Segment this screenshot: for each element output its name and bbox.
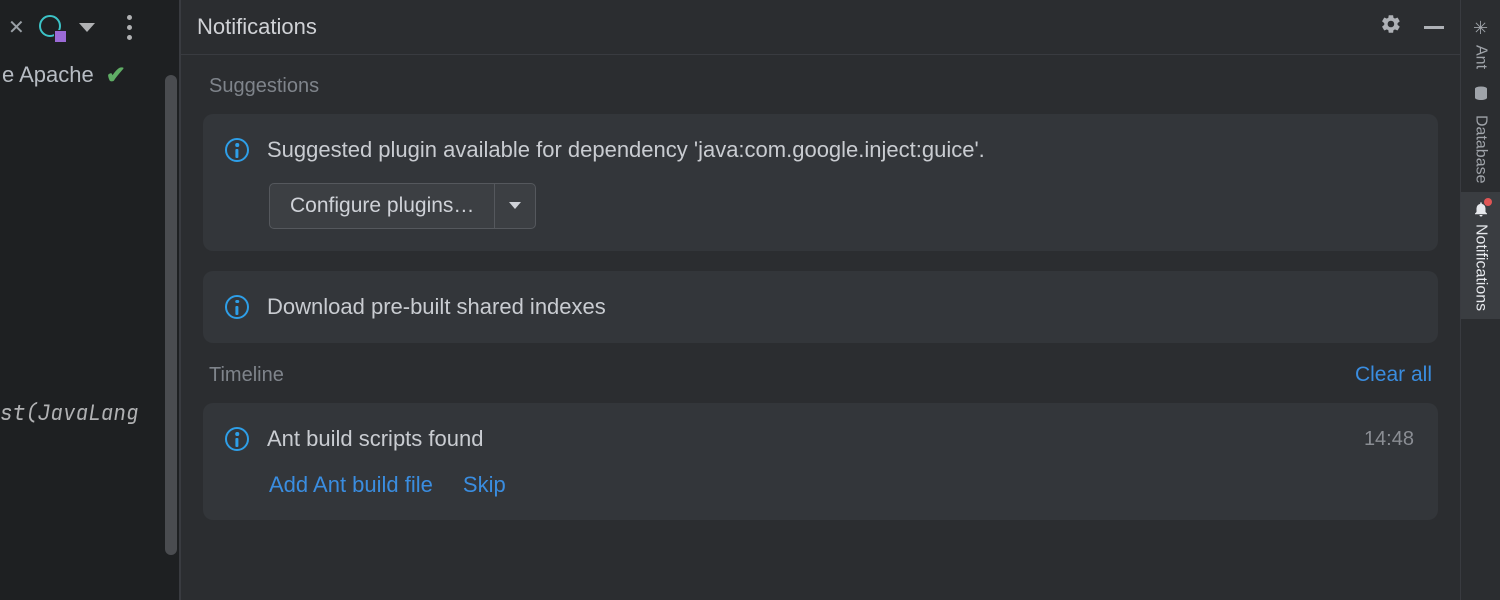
notification-time: 14:48 [1364, 428, 1414, 451]
notification-card[interactable]: Suggested plugin available for dependenc… [203, 114, 1438, 251]
button-label[interactable]: Configure plugins… [270, 184, 494, 228]
notification-message: Ant build scripts found [267, 425, 483, 454]
configure-plugins-button[interactable]: Configure plugins… [269, 183, 536, 229]
run-config-icon[interactable] [39, 15, 65, 41]
panel-title: Notifications [197, 14, 1380, 40]
breadcrumb-text: e Apache [2, 62, 94, 88]
notification-card[interactable]: Ant build scripts found 14:48 Add Ant bu… [203, 403, 1438, 520]
bell-icon [1472, 200, 1490, 218]
suggestions-label: Suggestions [209, 75, 319, 98]
panel-titlebar: Notifications [181, 0, 1460, 55]
info-icon [225, 295, 249, 319]
stripe-label: Database [1472, 115, 1490, 184]
chevron-down-icon[interactable] [79, 23, 95, 32]
notification-message: Download pre-built shared indexes [267, 293, 606, 322]
database-icon [1472, 85, 1490, 109]
editor-area: ✕ e Apache ✔ st(JavaLang [0, 0, 180, 600]
timeline-label: Timeline [209, 364, 284, 387]
timeline-header: Timeline Clear all [203, 363, 1438, 387]
panel-body: Suggestions Suggested plugin available f… [181, 55, 1460, 600]
more-icon[interactable] [127, 15, 132, 40]
info-icon [225, 427, 249, 451]
editor-toolbar: ✕ [0, 0, 179, 55]
check-icon: ✔ [106, 61, 126, 90]
stripe-label: Notifications [1472, 224, 1490, 311]
notification-dot-icon [1484, 198, 1492, 206]
breadcrumb: e Apache ✔ [0, 55, 179, 95]
minimize-icon[interactable] [1424, 26, 1444, 29]
tool-window-stripe: ✳ Ant Database Notifications [1460, 0, 1500, 600]
clear-all-link[interactable]: Clear all [1355, 363, 1432, 387]
stripe-item-database[interactable]: Database [1472, 77, 1490, 192]
ant-icon: ✳ [1473, 18, 1488, 39]
gear-icon[interactable] [1380, 13, 1402, 41]
notifications-panel: Notifications Suggestions Suggested plug… [180, 0, 1460, 600]
skip-link[interactable]: Skip [463, 472, 506, 498]
chevron-down-icon[interactable] [494, 184, 535, 228]
notification-card[interactable]: Download pre-built shared indexes [203, 271, 1438, 344]
add-ant-build-link[interactable]: Add Ant build file [269, 472, 433, 498]
scrollbar-vertical[interactable] [165, 75, 177, 555]
stripe-label: Ant [1472, 45, 1490, 69]
notification-message: Suggested plugin available for dependenc… [267, 136, 985, 165]
code-fragment: st(JavaLang [0, 400, 139, 427]
stripe-item-notifications[interactable]: Notifications [1461, 192, 1500, 319]
info-icon [225, 138, 249, 162]
close-icon[interactable]: ✕ [8, 15, 25, 40]
stripe-item-ant[interactable]: ✳ Ant [1472, 10, 1490, 77]
suggestions-header: Suggestions [203, 75, 1438, 98]
